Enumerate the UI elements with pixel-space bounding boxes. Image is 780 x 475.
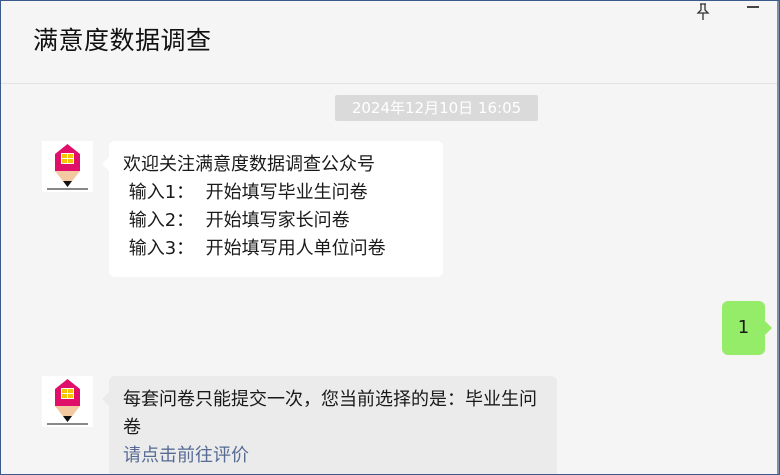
pencil-house-icon — [42, 376, 93, 427]
pin-icon[interactable] — [689, 1, 717, 23]
chat-window: 满意度数据调查 2024年12月10日 16:05 欢迎关注满意度数据调查公众号 — [0, 0, 780, 475]
title-bar: 满意度数据调查 — [1, 1, 779, 84]
official-account-avatar[interactable] — [42, 141, 93, 192]
welcome-message-bubble: 欢迎关注满意度数据调查公众号 输入1： 开始填写毕业生问卷 输入2： 开始填写家… — [102, 141, 443, 277]
user-reply-bubble: 1 — [722, 301, 772, 355]
minimize-line — [747, 6, 759, 8]
response-message-bubble: 每套问卷只能提交一次，您当前选择的是：毕业生问卷 请点击前往评价 — [102, 376, 557, 474]
response-text: 每套问卷只能提交一次，您当前选择的是：毕业生问卷 — [123, 389, 537, 438]
window-edge — [777, 1, 779, 474]
welcome-line: 欢迎关注满意度数据调查公众号 — [123, 154, 375, 175]
option-1-line: 输入1： 开始填写毕业生问卷 — [123, 182, 368, 203]
option-2-line: 输入2： 开始填写家长问卷 — [123, 210, 350, 231]
message-timestamp: 2024年12月10日 16:05 — [335, 95, 538, 121]
option-3-line: 输入3： 开始填写用人单位问卷 — [123, 238, 386, 259]
minimize-icon[interactable] — [739, 1, 767, 23]
official-account-avatar[interactable] — [42, 376, 93, 427]
evaluate-link[interactable]: 请点击前往评价 — [123, 442, 543, 470]
pencil-house-icon — [42, 141, 93, 192]
chat-title: 满意度数据调查 — [33, 26, 212, 55]
